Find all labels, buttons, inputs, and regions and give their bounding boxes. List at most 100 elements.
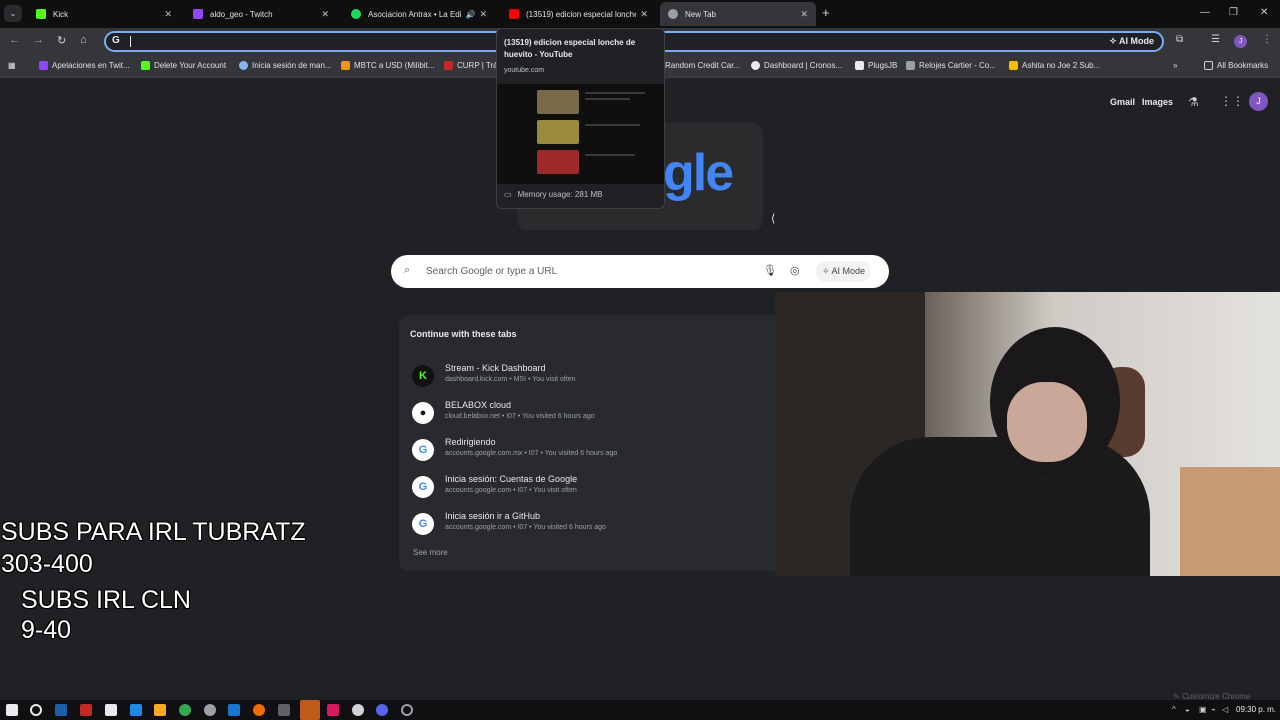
volume-icon[interactable]: ◁ [1222,705,1228,714]
app-icon[interactable] [300,700,320,720]
tab-twitch[interactable]: aldo_geo - Twitch ✕ [185,2,337,26]
bookmark-item[interactable]: MBTC a USD (Milibit... [341,61,434,70]
close-icon[interactable]: ✕ [640,9,648,20]
app-icon[interactable] [204,704,216,716]
reload-icon[interactable]: ↻ [57,34,66,47]
media-player-icon[interactable] [130,704,142,716]
bookmark-label: Ashita no Joe 2 Sub... [1022,61,1101,70]
hover-card-domain: youtube.com [504,67,545,74]
windows-start-icon[interactable] [6,704,18,716]
item-title: Stream - Kick Dashboard [445,363,546,373]
network-icon[interactable]: ⌁ [1211,705,1216,714]
bookmark-item[interactable]: Delete Your Account [141,61,226,70]
item-title: Inicia sesión ir a GitHub [445,511,541,521]
tab-new-tab[interactable]: New Tab ✕ [660,2,816,26]
close-icon[interactable]: ✕ [479,9,487,20]
tab-search-button[interactable]: ⌄ [4,5,22,22]
close-icon[interactable]: ✕ [321,9,329,20]
close-icon[interactable]: ✕ [800,9,808,20]
minimize-icon[interactable]: — [1200,7,1210,18]
images-link[interactable]: Images [1142,97,1173,107]
anime-icon [1009,61,1018,70]
notepad-icon[interactable] [105,704,117,716]
bookmark-label: Relojes Cartier - Co... [919,61,996,70]
bookmark-item[interactable]: Ashita no Joe 2 Sub... [1009,61,1100,70]
obs-icon[interactable] [352,704,364,716]
tab-title: aldo_geo - Twitch [210,9,273,19]
steam-icon[interactable] [55,704,67,716]
tray-icon[interactable]: ◒ [1185,705,1190,714]
list-item[interactable]: K Stream - Kick Dashboard dashboard.kick… [412,362,772,392]
bookmark-item[interactable]: Apelaciones en Twit... [39,61,130,70]
file-explorer-icon[interactable] [154,704,166,716]
cartier-icon [906,61,915,70]
chevron-right-icon[interactable]: » [1173,61,1177,70]
google-apps-icon[interactable]: ⋮⋮ [1220,94,1244,108]
menu-icon[interactable]: ⋮ [1262,34,1272,45]
app-icon[interactable] [401,704,413,716]
gmail-link[interactable]: Gmail [1110,97,1135,107]
tab-kick[interactable]: Kick ✕ [28,2,180,26]
microphone-icon[interactable]: 🎙 [763,264,777,277]
tab-title: Kick [53,9,69,19]
app-icon[interactable] [228,704,240,716]
home-icon[interactable]: ⌂ [80,34,87,46]
taskbar-clock[interactable]: 09:30 p. m. [1236,705,1276,714]
thumbnail-video [537,120,579,144]
restore-icon[interactable]: ❐ [1229,7,1238,18]
bookmark-item[interactable]: PlugsJB [855,61,897,70]
tab-title: (13519) edicion especial lonche [526,9,637,19]
overlay-subs-line4: 9-40 [21,616,72,644]
search-input[interactable]: Search Google or type a URL [426,266,557,277]
profile-avatar[interactable]: J [1234,35,1247,48]
back-icon[interactable]: ← [9,34,20,46]
list-item[interactable]: G Inicia sesión: Cuentas de Google accou… [412,473,772,503]
ai-mode-button[interactable]: ✧ AI Mode [816,261,872,282]
close-icon[interactable]: ✕ [164,9,172,20]
bookmark-item[interactable]: Random Credit Car... [665,61,740,70]
bookmark-label: MBTC a USD (Milibit... [354,61,435,70]
thumbnail-video [537,150,579,174]
bookmark-item[interactable]: Relojes Cartier - Co... [906,61,996,70]
app-icon[interactable] [253,704,265,716]
ai-mode-button[interactable]: ✧ AI Mode [1109,36,1154,47]
bookmark-item[interactable]: Inicia sesión de man... [239,61,332,70]
extensions-icon[interactable]: ⧉ [1176,34,1183,45]
chrome-icon[interactable] [179,704,191,716]
account-avatar[interactable]: J [1249,92,1268,111]
discord-icon[interactable] [376,704,388,716]
google-icon: G [412,439,434,461]
search-icon[interactable] [30,704,42,716]
app-icon[interactable] [80,704,92,716]
lens-icon[interactable]: ◎ [790,264,800,277]
thumbnail-text [585,92,645,94]
tab-title: New Tab [685,9,716,19]
share-icon[interactable]: ⟨ [771,212,775,225]
list-item[interactable]: G Redirigiendo accounts.google.com.mx • … [412,436,772,466]
app-icon[interactable] [327,704,339,716]
close-window-icon[interactable]: ✕ [1260,7,1268,18]
media-icon[interactable]: ☰ [1211,34,1220,45]
bookmark-item[interactable]: Dashboard | Cronos... [751,61,842,70]
kick-icon [141,61,150,70]
google-logo: gle [663,143,734,203]
search-box[interactable]: ⌕ Search Google or type a URL 🎙 ◎ ✧ AI M… [391,255,889,288]
new-tab-button[interactable]: + [822,6,830,20]
item-meta: accounts.google.com.mx • I07 • You visit… [445,450,618,457]
list-item[interactable]: ● BELABOX cloud cloud.belabox.net • I07 … [412,399,772,429]
tray-icon[interactable]: ▣ [1199,705,1207,714]
tab-youtube[interactable]: (13519) edicion especial lonche ✕ [501,2,656,26]
item-meta: accounts.google.com • I07 • You visit of… [445,487,577,494]
labs-icon[interactable]: ⚗ [1188,95,1199,109]
forward-icon[interactable]: → [33,34,44,46]
hover-card-memory: ▭ Memory usage: 281 MB [504,190,603,199]
speaker-icon[interactable]: 🔊 [465,10,475,19]
list-item[interactable]: G Inicia sesión ir a GitHub accounts.goo… [412,510,772,540]
tab-spotify[interactable]: Asociacion Antrax • La Edic 🔊 ✕ [343,2,495,26]
tray-chevron-icon[interactable]: ^ [1172,705,1176,714]
all-bookmarks[interactable]: All Bookmarks [1204,61,1268,70]
app-icon[interactable] [278,704,290,716]
apps-icon[interactable]: ▦ [8,61,16,70]
thumbnail-text [585,124,640,126]
see-more-link[interactable]: See more [413,548,448,557]
